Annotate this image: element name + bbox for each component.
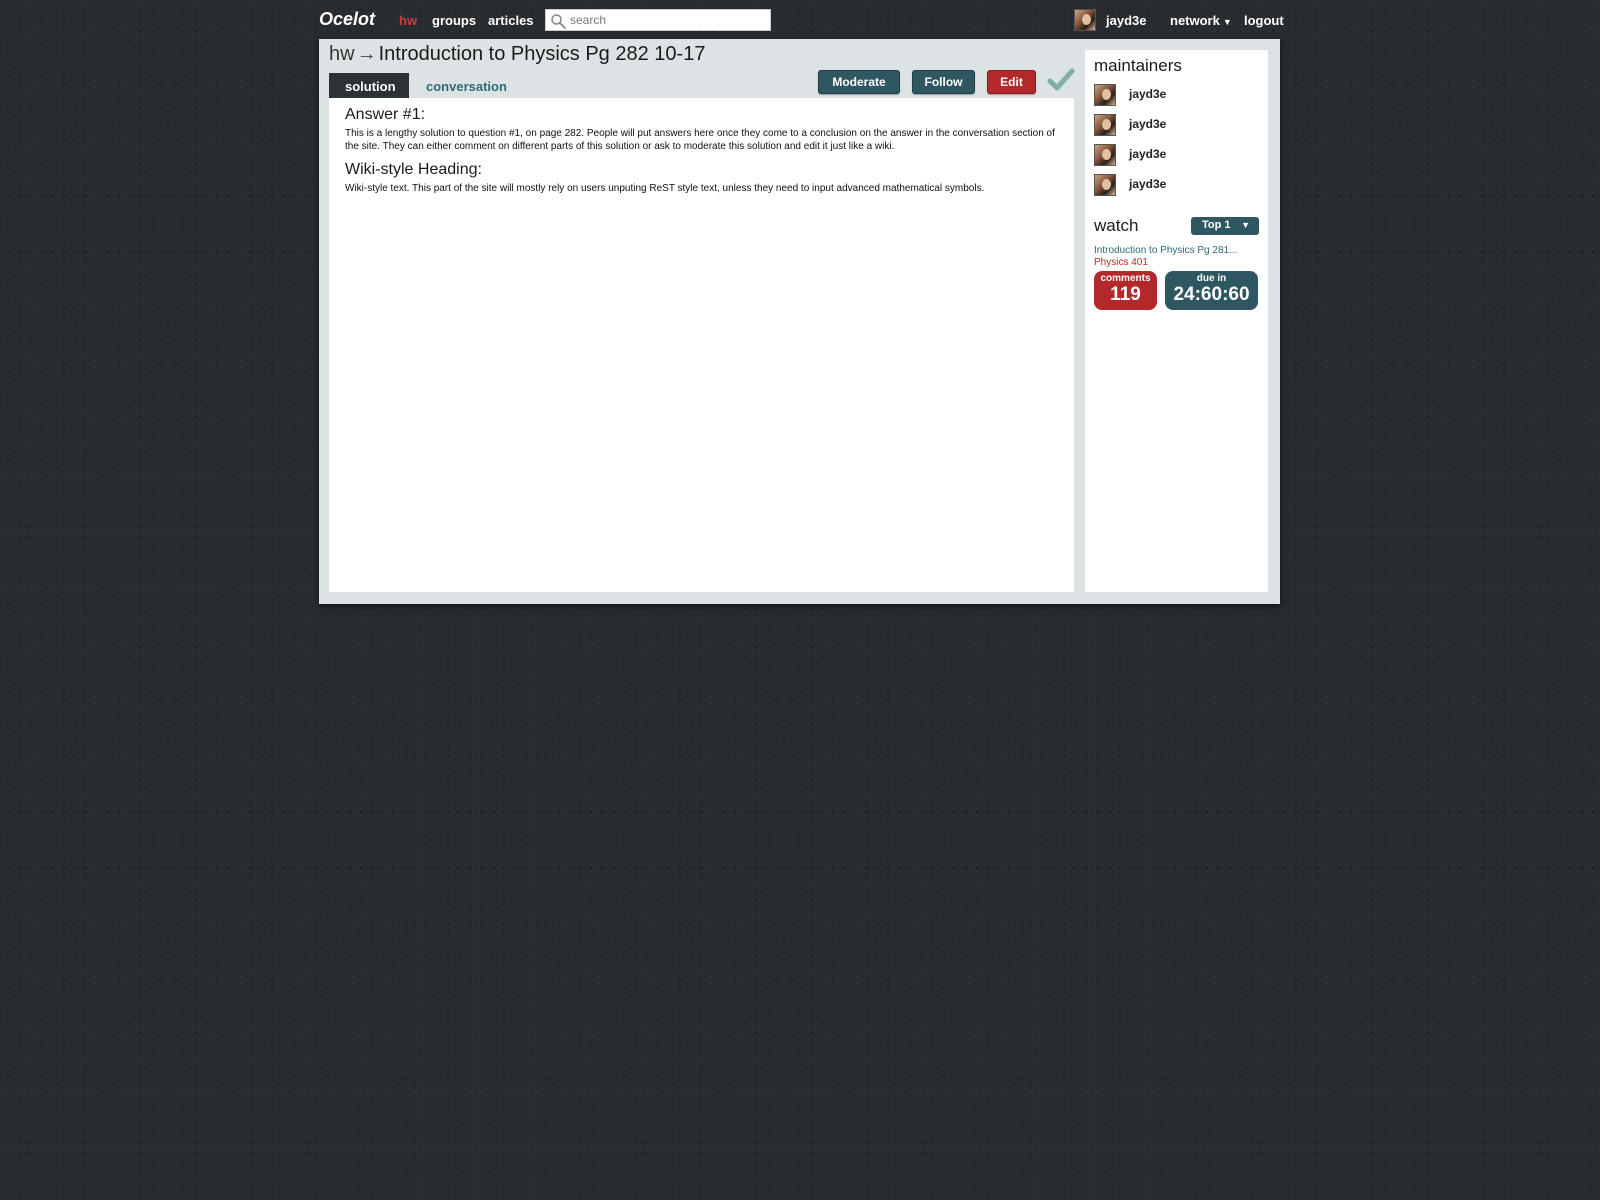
site-logo[interactable]: Ocelot [319,9,375,30]
network-label: network [1170,13,1220,28]
page-title-text: Introduction to Physics Pg 282 10-17 [378,43,706,65]
sidebar: maintainers jayd3e jayd3e jayd3e jayd3e … [1085,50,1268,592]
tab-solution[interactable]: solution [329,73,409,98]
watch-item-course[interactable]: Physics 401 [1094,257,1259,268]
main-panel: hw → Introduction to Physics Pg 282 10-17 … [319,39,1280,604]
avatar [1094,144,1116,166]
edit-button[interactable]: Edit [987,70,1036,94]
breadcrumb-arrow: → [356,43,377,65]
logout-link[interactable]: logout [1244,13,1284,28]
search-input[interactable] [570,12,766,28]
section-heading: Wiki-style Heading: [345,161,482,178]
chevron-down-icon: ▼ [1241,220,1250,230]
maintainers-list: jayd3e jayd3e jayd3e jayd3e [1094,80,1259,200]
maintainer-item[interactable]: jayd3e [1094,110,1259,140]
avatar [1094,174,1116,196]
avatar [1094,84,1116,106]
user-name-link[interactable]: jayd3e [1106,13,1146,28]
watch-badges: comments 119 due in 24:60:60 [1094,271,1259,311]
watch-title: watch [1094,216,1139,235]
tab-conversation[interactable]: conversation [410,73,523,98]
solution-content: Answer #1: This is a lengthy solution to… [329,98,1074,592]
maintainer-name[interactable]: jayd3e [1129,177,1166,191]
due-label: due in [1196,273,1227,284]
watch-top-select-label: Top 1 [1202,219,1231,231]
due-badge: due in 24:60:60 [1165,271,1258,310]
comments-label: comments [1100,273,1151,284]
maintainer-item[interactable]: jayd3e [1094,80,1259,110]
watch-top-select[interactable]: Top 1 ▼ [1191,217,1259,235]
avatar [1094,114,1116,136]
user-avatar[interactable] [1074,9,1096,31]
moderate-button[interactable]: Moderate [818,70,900,94]
follow-button[interactable]: Follow [912,70,975,94]
top-navbar: Ocelot hw groups articles jayd3e network… [319,6,1284,34]
network-menu[interactable]: network ▼ [1170,13,1232,28]
maintainers-title: maintainers [1094,56,1182,75]
due-countdown: 24:60:60 [1173,284,1250,305]
comments-badge[interactable]: comments 119 [1094,271,1157,310]
maintainer-item[interactable]: jayd3e [1094,140,1259,170]
section-text: This is a lengthy solution to question #… [345,128,1055,152]
search-icon [551,14,566,29]
nav-link-groups[interactable]: groups [432,13,476,28]
watch-item-title[interactable]: Introduction to Physics Pg 281... [1094,245,1259,256]
maintainer-name[interactable]: jayd3e [1129,87,1166,101]
page-title: hw → Introduction to Physics Pg 282 10-17 [329,43,705,66]
maintainer-name[interactable]: jayd3e [1129,117,1166,131]
search-box [545,9,771,31]
chevron-down-icon: ▼ [1222,17,1232,27]
comments-count: 119 [1110,284,1141,305]
section-text: Wiki-style text. This part of the site w… [345,183,985,194]
watch-header: watch Top 1 ▼ [1094,216,1259,240]
nav-link-hw[interactable]: hw [399,13,417,28]
section-heading: Answer #1: [345,106,426,123]
maintainer-item[interactable]: jayd3e [1094,170,1259,200]
breadcrumb-hw[interactable]: hw [329,43,355,65]
nav-link-articles[interactable]: articles [488,13,534,28]
maintainer-name[interactable]: jayd3e [1129,147,1166,161]
checkmark-icon[interactable] [1047,66,1075,94]
